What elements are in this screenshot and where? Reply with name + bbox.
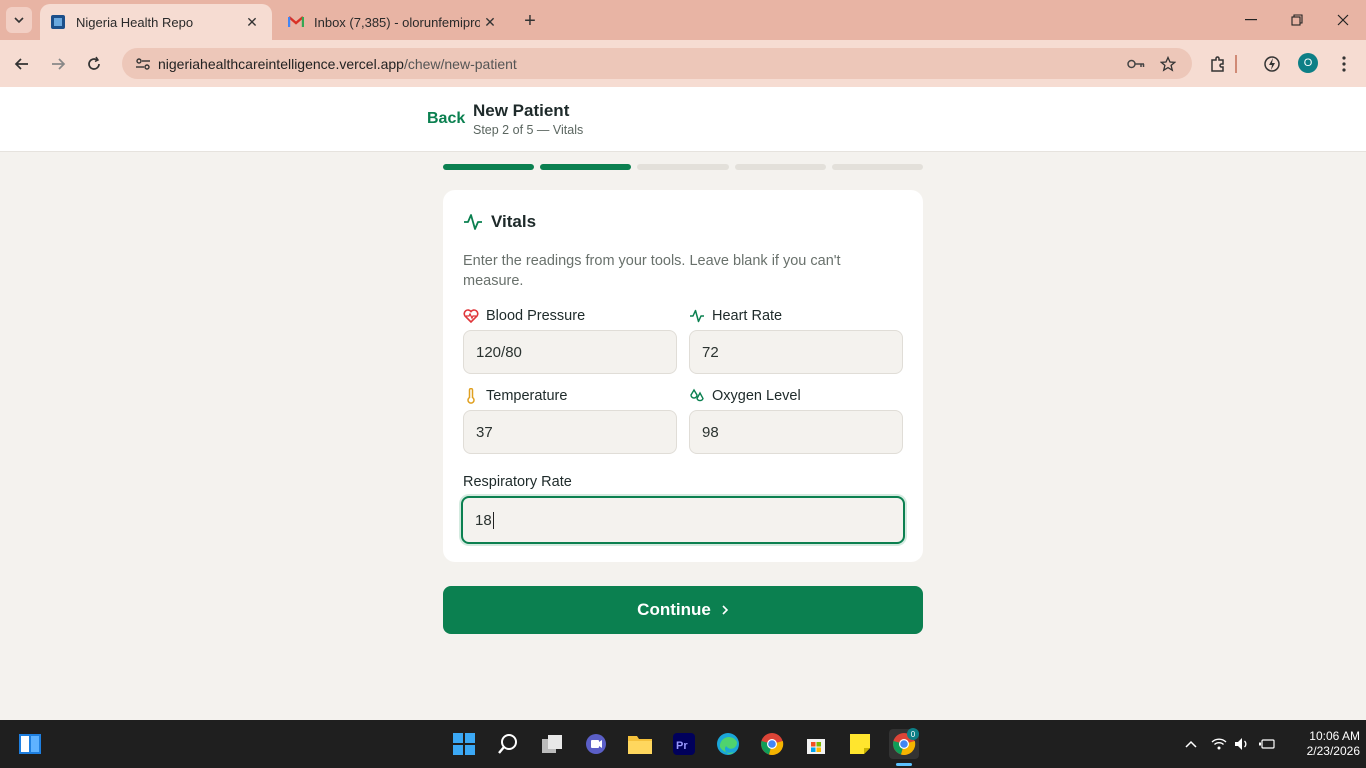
address-bar[interactable]: nigeriahealthcareintelligence.vercel.app… xyxy=(122,48,1192,79)
file-explorer-icon[interactable] xyxy=(625,729,655,759)
vitals-card: Vitals Enter the readings from your tool… xyxy=(443,190,923,562)
page-title: New Patient xyxy=(473,101,570,120)
respiratory-rate-value: 18 xyxy=(475,511,492,529)
clock-time: 10:06 AM xyxy=(1309,729,1360,743)
more-menu-icon[interactable] xyxy=(1330,50,1358,78)
thermometer-icon xyxy=(463,388,479,404)
new-tab-plus-icon[interactable]: + xyxy=(518,9,542,33)
browser-tab-bar: Nigeria Health Repo ✕ Inbox (7,385) - ol… xyxy=(0,0,1366,40)
temperature-label: Temperature xyxy=(463,388,567,404)
back-link[interactable]: Back xyxy=(427,110,465,128)
tab-close-icon[interactable]: ✕ xyxy=(242,12,262,32)
chrome-icon[interactable] xyxy=(757,729,787,759)
chevron-down-icon xyxy=(14,17,24,24)
heart-pulse-icon xyxy=(463,309,479,323)
system-clock[interactable]: 10:06 AM 2/23/2026 xyxy=(1284,729,1360,759)
forward-arrow-icon[interactable] xyxy=(44,50,72,78)
respiratory-rate-input[interactable]: 18 xyxy=(461,496,905,544)
progress-segment-3 xyxy=(637,164,729,170)
close-window-icon[interactable] xyxy=(1329,8,1357,32)
windows-start-icon[interactable] xyxy=(15,729,45,759)
extensions-puzzle-icon[interactable] xyxy=(1204,50,1232,78)
wifi-icon[interactable] xyxy=(1209,734,1229,754)
show-hidden-icons-chevron-icon[interactable] xyxy=(1181,734,1201,754)
activity-icon xyxy=(689,309,705,323)
blood-pressure-input[interactable]: 120/80 xyxy=(463,330,677,374)
activity-icon xyxy=(463,213,483,231)
tab-title: Nigeria Health Repo xyxy=(76,14,194,30)
gmail-icon xyxy=(288,14,304,30)
back-arrow-icon[interactable] xyxy=(8,50,36,78)
active-window-indicator xyxy=(896,763,912,766)
performance-icon[interactable] xyxy=(1258,50,1286,78)
browser-toolbar: nigeriahealthcareintelligence.vercel.app… xyxy=(0,40,1366,87)
start-menu-icon[interactable] xyxy=(449,729,479,759)
step-indicator: Step 2 of 5 — Vitals xyxy=(473,123,584,137)
password-key-icon[interactable] xyxy=(1122,48,1150,79)
tab-search-button[interactable] xyxy=(6,7,32,33)
sticky-notes-icon[interactable] xyxy=(845,729,875,759)
search-icon[interactable] xyxy=(493,729,523,759)
premiere-pro-icon[interactable]: Pr xyxy=(669,729,699,759)
continue-button[interactable]: Continue xyxy=(443,586,923,634)
profile-avatar[interactable]: O xyxy=(1298,53,1318,73)
task-view-icon[interactable] xyxy=(537,729,567,759)
page-header: Back New Patient Step 2 of 5 — Vitals xyxy=(0,87,1366,152)
toolbar-divider xyxy=(1232,50,1240,78)
card-title: Vitals xyxy=(463,212,536,232)
continue-label: Continue xyxy=(637,600,711,619)
respiratory-rate-label: Respiratory Rate xyxy=(463,474,572,490)
meet-chat-icon[interactable] xyxy=(581,729,611,759)
site-settings-icon[interactable] xyxy=(128,57,158,71)
temperature-input[interactable]: 37 xyxy=(463,410,677,454)
droplets-icon xyxy=(689,388,705,404)
page-content: Back New Patient Step 2 of 5 — Vitals Vi… xyxy=(0,87,1366,720)
oxygen-level-input[interactable]: 98 xyxy=(689,410,903,454)
oxygen-level-label: Oxygen Level xyxy=(689,388,801,404)
nigeria-health-favicon xyxy=(50,14,66,30)
microsoft-store-icon[interactable] xyxy=(801,729,831,759)
tab-close-icon[interactable]: ✕ xyxy=(480,12,500,32)
vitals-description: Enter the readings from your tools. Leav… xyxy=(463,253,841,289)
edge-browser-icon[interactable] xyxy=(713,729,743,759)
reload-icon[interactable] xyxy=(80,50,108,78)
clock-date: 2/23/2026 xyxy=(1306,744,1360,758)
heart-rate-input[interactable]: 72 xyxy=(689,330,903,374)
progress-segment-4 xyxy=(734,164,826,170)
url-text: nigeriahealthcareintelligence.vercel.app… xyxy=(158,55,517,72)
minimize-icon[interactable] xyxy=(1237,8,1265,32)
svg-text:Pr: Pr xyxy=(676,740,688,752)
heart-rate-label: Heart Rate xyxy=(689,308,782,324)
text-caret xyxy=(492,511,494,529)
progress-segment-1 xyxy=(443,164,535,170)
restore-icon[interactable] xyxy=(1283,8,1311,32)
bookmark-star-icon[interactable] xyxy=(1154,48,1182,79)
tab-nigeria-health[interactable]: Nigeria Health Repo ✕ xyxy=(40,4,272,40)
tab-title: Inbox (7,385) - olorunfemiprosp xyxy=(314,14,480,30)
progress-segment-5 xyxy=(831,164,924,170)
battery-icon[interactable] xyxy=(1257,734,1277,754)
progress-segment-2 xyxy=(540,164,632,170)
volume-icon[interactable] xyxy=(1232,734,1252,754)
chevron-right-icon xyxy=(721,604,729,616)
blood-pressure-label: Blood Pressure xyxy=(463,308,585,324)
chrome-badge: 0 xyxy=(907,728,919,740)
tab-gmail-inbox[interactable]: Inbox (7,385) - olorunfemiprosp ✕ xyxy=(278,4,510,40)
step-progress-bar xyxy=(443,164,924,170)
windows-taskbar: Pr 0 10:06 AM 2/23/2026 xyxy=(0,720,1366,768)
